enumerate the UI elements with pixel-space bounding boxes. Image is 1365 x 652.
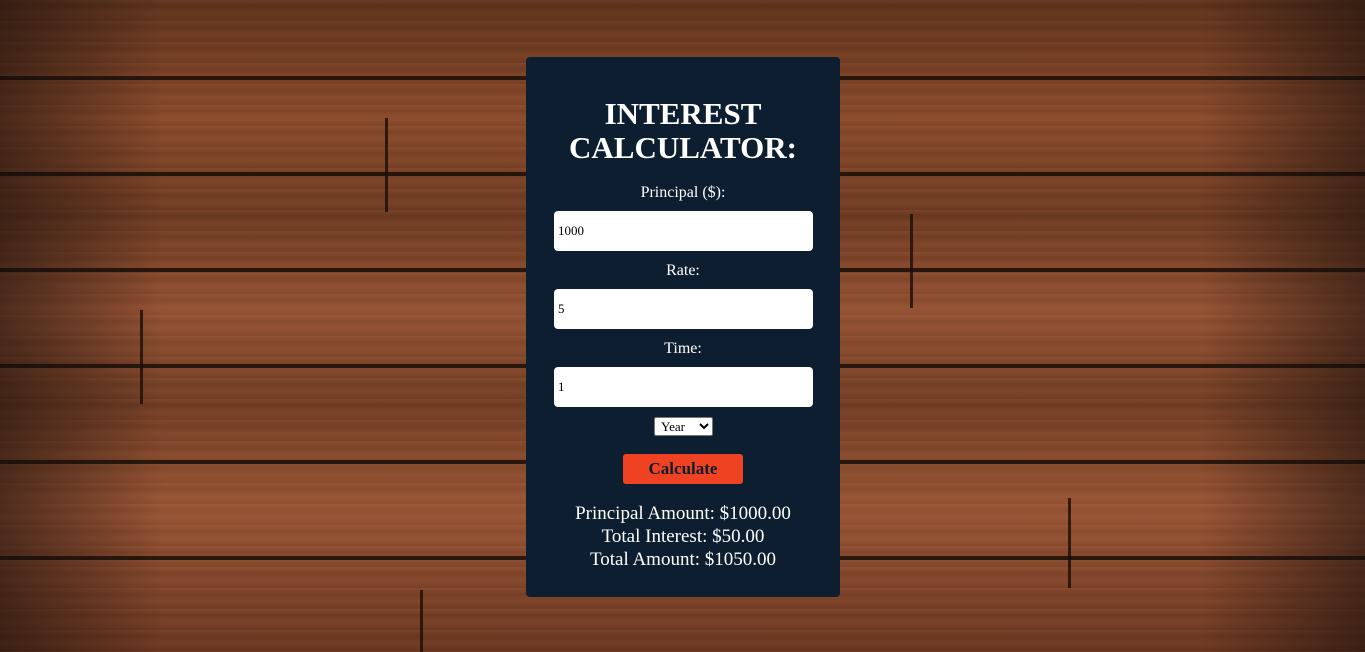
wood-seam [420, 590, 423, 652]
wood-seam [1068, 498, 1071, 588]
total-amount-result: Total Amount: $1050.00 [589, 549, 777, 570]
calculator-card: INTEREST CALCULATOR: Principal ($): Rate… [526, 57, 840, 597]
page-title: INTEREST CALCULATOR: [569, 96, 797, 165]
time-input[interactable] [554, 367, 813, 407]
total-interest-result: Total Interest: $50.00 [601, 526, 765, 547]
rate-input[interactable] [554, 289, 813, 329]
results-panel: Principal Amount: $1000.00 Total Interes… [526, 502, 840, 571]
principal-amount-result: Principal Amount: $1000.00 [575, 503, 791, 524]
wood-seam [385, 118, 388, 212]
principal-label: Principal ($): [640, 184, 726, 201]
time-label: Time: [664, 340, 702, 357]
time-unit-select[interactable]: Year [654, 417, 713, 436]
wood-seam [140, 310, 143, 404]
calculate-button[interactable]: Calculate [623, 454, 743, 484]
wood-seam [910, 214, 913, 308]
rate-label: Rate: [666, 262, 700, 279]
principal-input[interactable] [554, 211, 813, 251]
